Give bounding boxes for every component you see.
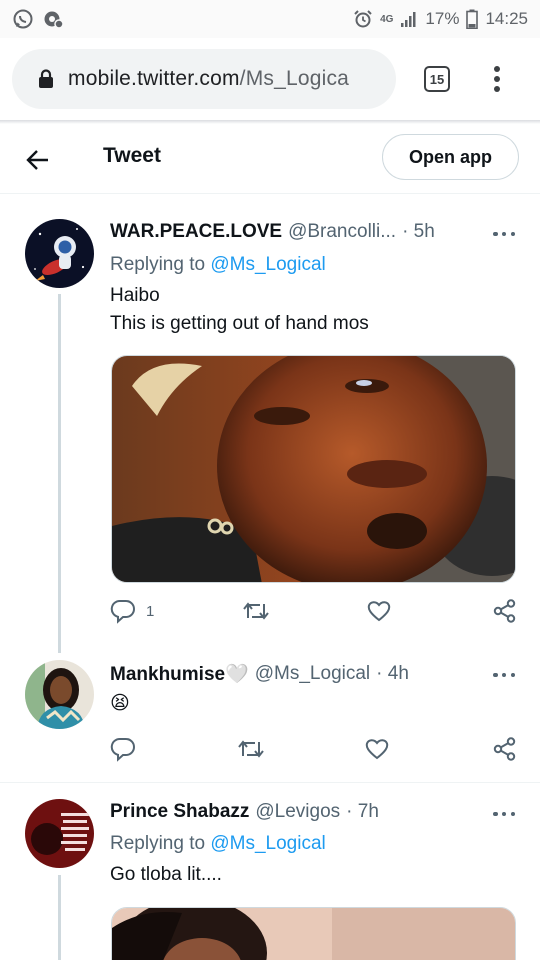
username[interactable]: @Levigos bbox=[255, 801, 340, 823]
tweet-text: Go tloba lit.... bbox=[110, 864, 222, 885]
retweet-button[interactable] bbox=[237, 736, 265, 762]
browser-menu-icon[interactable] bbox=[490, 64, 504, 94]
share-button[interactable] bbox=[492, 598, 518, 624]
settings-notification-icon bbox=[42, 8, 64, 30]
reply-icon bbox=[110, 736, 136, 762]
display-name[interactable]: Mankhumise🤍 bbox=[110, 662, 249, 686]
tweet[interactable]: Mankhumise🤍 @Ms_Logical · 4h 😫 bbox=[0, 644, 540, 782]
clock: 14:25 bbox=[485, 9, 528, 28]
browser-toolbar: mobile.twitter.com/Ms_Logica 15 bbox=[0, 38, 540, 120]
more-options-icon[interactable] bbox=[493, 810, 515, 818]
avatar[interactable] bbox=[25, 219, 94, 288]
heart-icon bbox=[366, 598, 392, 624]
url-domain: mobile.twitter.com bbox=[68, 67, 240, 90]
tab-switcher-button[interactable]: 15 bbox=[424, 66, 450, 92]
battery-percent: 17% bbox=[425, 9, 460, 28]
share-icon bbox=[492, 598, 518, 624]
tweet[interactable]: Prince Shabazz @Levigos · 7h Replying to… bbox=[0, 783, 540, 960]
timestamp[interactable]: · 4h bbox=[376, 663, 409, 685]
tweet[interactable]: WAR.PEACE.LOVE @Brancolli... · 5h Replyi… bbox=[0, 204, 540, 653]
timestamp[interactable]: · 7h bbox=[346, 801, 379, 823]
signal-icon bbox=[400, 10, 418, 28]
username[interactable]: @Brancolli... bbox=[288, 221, 396, 243]
url-path: /Ms_Logica bbox=[239, 67, 350, 90]
reply-button[interactable]: 1 bbox=[110, 598, 154, 624]
tweet-text: 😫 bbox=[110, 693, 130, 714]
tweet-text: Haibo This is getting out of hand mos bbox=[110, 285, 369, 334]
retweet-icon bbox=[242, 598, 270, 624]
heart-icon bbox=[364, 736, 390, 762]
lock-icon bbox=[38, 69, 54, 89]
more-options-icon[interactable] bbox=[493, 230, 515, 238]
retweet-button[interactable] bbox=[242, 598, 270, 624]
network-type: 4G bbox=[380, 13, 394, 25]
like-button[interactable] bbox=[366, 598, 392, 624]
tweet-actions bbox=[0, 736, 540, 768]
timestamp[interactable]: · 5h bbox=[402, 221, 435, 243]
replying-label: Replying to bbox=[110, 254, 206, 275]
display-name[interactable]: Prince Shabazz bbox=[110, 801, 249, 823]
avatar[interactable] bbox=[25, 799, 94, 868]
tweet-image[interactable] bbox=[111, 907, 516, 960]
mention-link[interactable]: @Ms_Logical bbox=[210, 254, 325, 275]
display-name[interactable]: WAR.PEACE.LOVE bbox=[110, 221, 282, 243]
whatsapp-icon bbox=[12, 8, 34, 30]
address-bar[interactable]: mobile.twitter.com/Ms_Logica bbox=[12, 49, 396, 109]
page-title: Tweet bbox=[103, 144, 161, 167]
replying-to: Replying to @Ms_Logical bbox=[110, 833, 326, 855]
status-bar: 4G 17% 14:25 bbox=[0, 0, 540, 38]
alarm-icon bbox=[353, 9, 373, 29]
share-icon bbox=[492, 736, 518, 762]
back-arrow-icon[interactable] bbox=[24, 146, 52, 174]
more-options-icon[interactable] bbox=[493, 671, 515, 679]
open-app-button[interactable]: Open app bbox=[382, 134, 519, 180]
share-button[interactable] bbox=[492, 736, 518, 762]
retweet-icon bbox=[237, 736, 265, 762]
replying-to: Replying to @Ms_Logical bbox=[110, 254, 326, 276]
like-button[interactable] bbox=[364, 736, 390, 762]
battery-icon bbox=[466, 9, 479, 29]
thread-line bbox=[58, 875, 61, 960]
avatar[interactable] bbox=[25, 660, 94, 729]
tweet-image[interactable] bbox=[111, 355, 516, 583]
mention-link[interactable]: @Ms_Logical bbox=[210, 833, 325, 854]
reply-count: 1 bbox=[146, 602, 155, 620]
username[interactable]: @Ms_Logical bbox=[255, 663, 370, 685]
reply-button[interactable] bbox=[110, 736, 136, 762]
twitter-header: Tweet Open app bbox=[0, 124, 540, 194]
tweet-actions: 1 bbox=[0, 598, 540, 630]
replying-label: Replying to bbox=[110, 833, 206, 854]
reply-icon bbox=[110, 598, 136, 624]
